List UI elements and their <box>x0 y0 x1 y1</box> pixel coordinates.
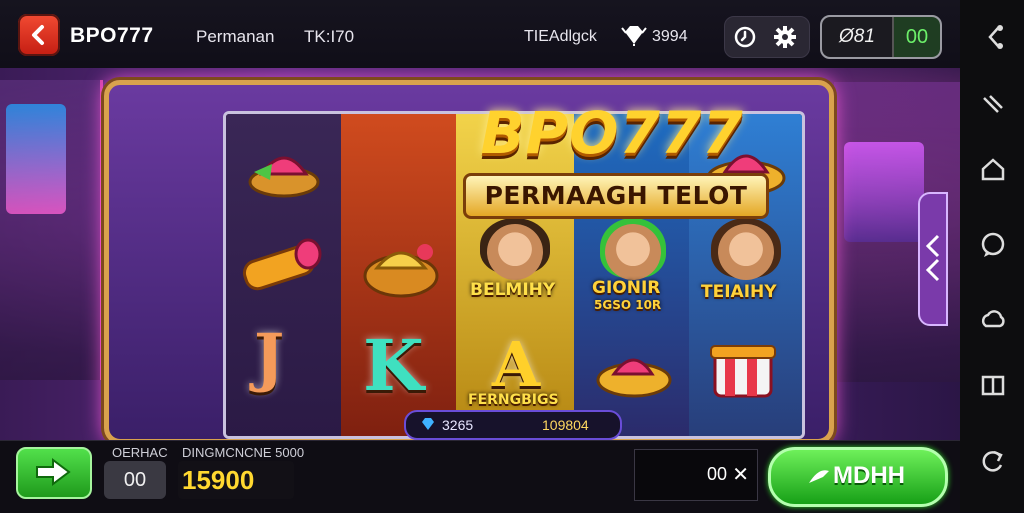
slot-frame: J K BELMIHY A FERNGBIGS GIONIR 5GSO 10R … <box>104 80 834 440</box>
brush-icon[interactable] <box>980 92 1006 118</box>
bottom-bar: OERHAC 00 DINGMCNCNE 5000 15900 00 ✕ MDH… <box>0 440 960 513</box>
character-face <box>605 224 661 280</box>
system-sidebar <box>960 0 1024 512</box>
balance-left: Ø81 <box>822 17 894 57</box>
play-label: MDHH <box>833 462 905 489</box>
nav-tk[interactable]: TK:I70 <box>304 27 354 47</box>
game-stage: J K BELMIHY A FERNGBIGS GIONIR 5GSO 10R … <box>0 68 960 440</box>
cloud-icon[interactable] <box>980 306 1006 332</box>
character-face <box>487 224 543 280</box>
balance-right: 00 <box>894 17 940 57</box>
game-logo: BPO777 PERMAAGH TELOT <box>449 99 775 223</box>
character-sublabel: 5GSO 10R <box>594 298 662 312</box>
arcade-machine-left <box>0 80 103 380</box>
letter-j-symbol: J <box>254 320 285 395</box>
ribbon-cake-symbol <box>248 156 320 198</box>
amount-value: 00 <box>706 464 727 484</box>
chat-icon[interactable] <box>980 232 1006 258</box>
character-face <box>718 224 774 280</box>
reel-2: K <box>341 114 456 436</box>
tool-group <box>724 16 810 58</box>
win-display: 3265 109804 <box>404 410 622 440</box>
share-icon[interactable] <box>980 24 1006 50</box>
amount-input[interactable]: 00 ✕ <box>634 449 758 501</box>
refresh-icon[interactable] <box>980 448 1006 474</box>
side-panel-tab[interactable] <box>918 192 948 326</box>
nav-permanan[interactable]: Permanan <box>196 27 274 47</box>
play-button[interactable]: MDHH <box>768 447 948 507</box>
clear-icon[interactable]: ✕ <box>732 462 749 487</box>
brand-title: BPO777 <box>70 24 154 47</box>
win-right-value: 109804 <box>542 417 589 433</box>
character-label-belmihy: BELMIHY <box>470 280 556 300</box>
back-button[interactable] <box>18 14 60 56</box>
logo-subtitle: PERMAAGH TELOT <box>463 173 769 219</box>
clock-icon[interactable] <box>734 26 756 48</box>
gear-icon[interactable] <box>773 25 797 49</box>
credit-label: DINGMCNCNE 5000 <box>182 445 305 460</box>
chevron-left-icon <box>925 234 940 282</box>
taco-symbol <box>363 244 439 298</box>
home-icon[interactable] <box>980 156 1006 182</box>
wallet-icon[interactable] <box>980 372 1006 398</box>
play-icon <box>809 470 829 483</box>
arrow-right-icon <box>36 458 71 486</box>
back-arrow-icon <box>32 25 44 45</box>
logo-title: BPO777 <box>480 99 744 167</box>
top-bar: BPO777 Permanan TK:I70 TIEAdlgck 3994 Ø8… <box>0 0 960 69</box>
nav-tieadlgck[interactable]: TIEAdlgck <box>524 28 597 46</box>
bet-label: OERHAC <box>112 445 168 460</box>
coin-cake-symbol <box>596 358 672 398</box>
gem-count: 3994 <box>652 28 688 45</box>
gem-icon <box>621 26 647 46</box>
character-label-teiaihy: TEIAIHY <box>701 282 777 302</box>
next-button[interactable] <box>16 447 92 499</box>
gem-icon <box>422 418 434 430</box>
reel-1: J <box>226 114 341 436</box>
letter-a-symbol: A <box>492 328 541 401</box>
bet-value[interactable]: 00 <box>104 461 166 499</box>
symbol-label-ferngbigs: FERNGBIGS <box>468 392 559 408</box>
scroll-symbol <box>242 238 322 291</box>
character-label-gionir: GIONIR <box>592 278 661 298</box>
gift-box-symbol <box>710 345 776 398</box>
letter-k-symbol: K <box>363 324 424 407</box>
win-left-value: 3265 <box>442 417 474 433</box>
credit-value: 15900 <box>178 461 294 499</box>
balance-display[interactable]: Ø81 00 <box>820 15 942 59</box>
